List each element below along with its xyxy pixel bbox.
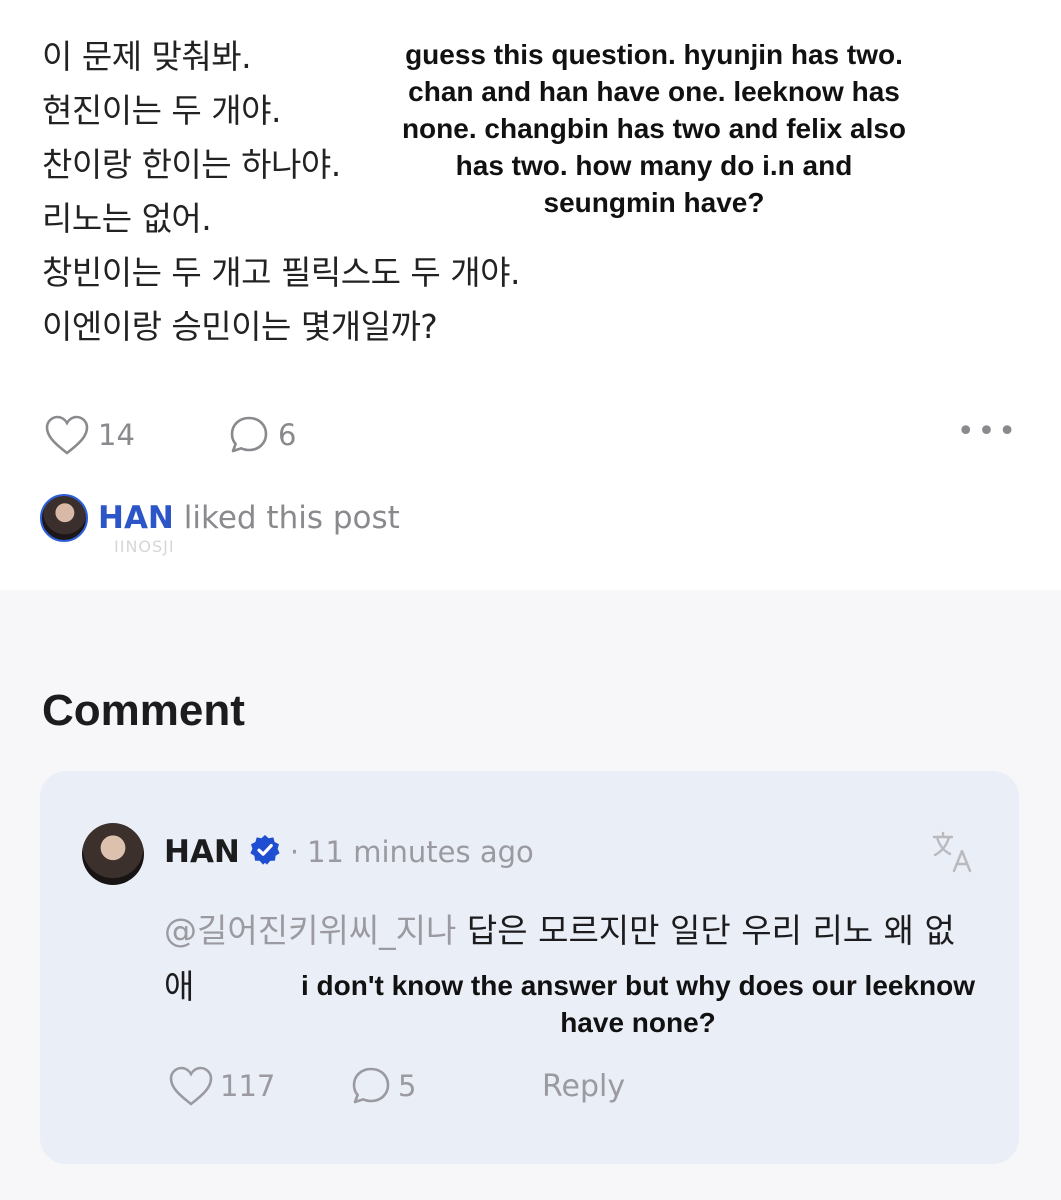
- like-count: 14: [98, 418, 135, 452]
- comment-reply-count-button[interactable]: 5: [350, 1065, 416, 1107]
- comment-timestamp: 11 minutes ago: [307, 835, 534, 869]
- comment-mention[interactable]: @길어진키위씨_지나: [164, 911, 456, 950]
- like-button[interactable]: 14: [44, 414, 135, 456]
- liked-by-row: HAN liked this post: [40, 494, 400, 542]
- more-options-button[interactable]: •••: [957, 417, 1019, 447]
- post-translation-overlay: guess this question. hyunjin has two. ch…: [401, 39, 907, 218]
- post-text-line: 이엔이랑 승민이는 몇개일까?: [42, 307, 438, 346]
- avatar[interactable]: [40, 494, 88, 542]
- verified-badge-icon: [248, 833, 282, 871]
- comment-separator: ·: [289, 835, 300, 869]
- watermark: IINOSJI: [114, 537, 175, 556]
- post-text-line: 창빈이는 두 개고 필릭스도 두 개야.: [42, 253, 520, 292]
- comment-heading: Comment: [42, 686, 245, 735]
- comment-count: 6: [278, 418, 297, 452]
- comment-reply-count: 5: [398, 1069, 417, 1103]
- liked-by-text: HAN liked this post: [98, 500, 400, 536]
- comment-author[interactable]: HAN: [164, 834, 240, 870]
- comment-button[interactable]: 6: [228, 414, 296, 456]
- heart-icon: [45, 415, 89, 455]
- comment-bubble-icon: [230, 416, 268, 453]
- liked-by-suffix: liked this post: [173, 500, 400, 536]
- comment-header: HAN · 11 minutes ago: [164, 833, 534, 871]
- avatar[interactable]: [82, 823, 144, 885]
- translate-icon[interactable]: [930, 829, 976, 879]
- comment-actions: 117 5 Reply: [168, 1065, 768, 1109]
- reply-button[interactable]: Reply: [542, 1069, 625, 1104]
- comment-like-count: 117: [220, 1069, 276, 1103]
- comment-translation-overlay: i don't know the answer but why does our…: [300, 970, 976, 1038]
- comment-like-button[interactable]: 117: [168, 1065, 275, 1107]
- heart-icon: [169, 1066, 213, 1106]
- post-actions: 14 6 •••: [44, 414, 1019, 460]
- comment-bubble-icon: [352, 1067, 390, 1104]
- post-area: 이 문제 맞춰봐. 현진이는 두 개야. 찬이랑 한이는 하나야. 리노는 없어…: [0, 0, 1061, 590]
- liked-by-name[interactable]: HAN: [98, 500, 174, 536]
- comment-card: HAN · 11 minutes ago @길어진키위씨_지나 답은 모르지만 …: [40, 771, 1019, 1164]
